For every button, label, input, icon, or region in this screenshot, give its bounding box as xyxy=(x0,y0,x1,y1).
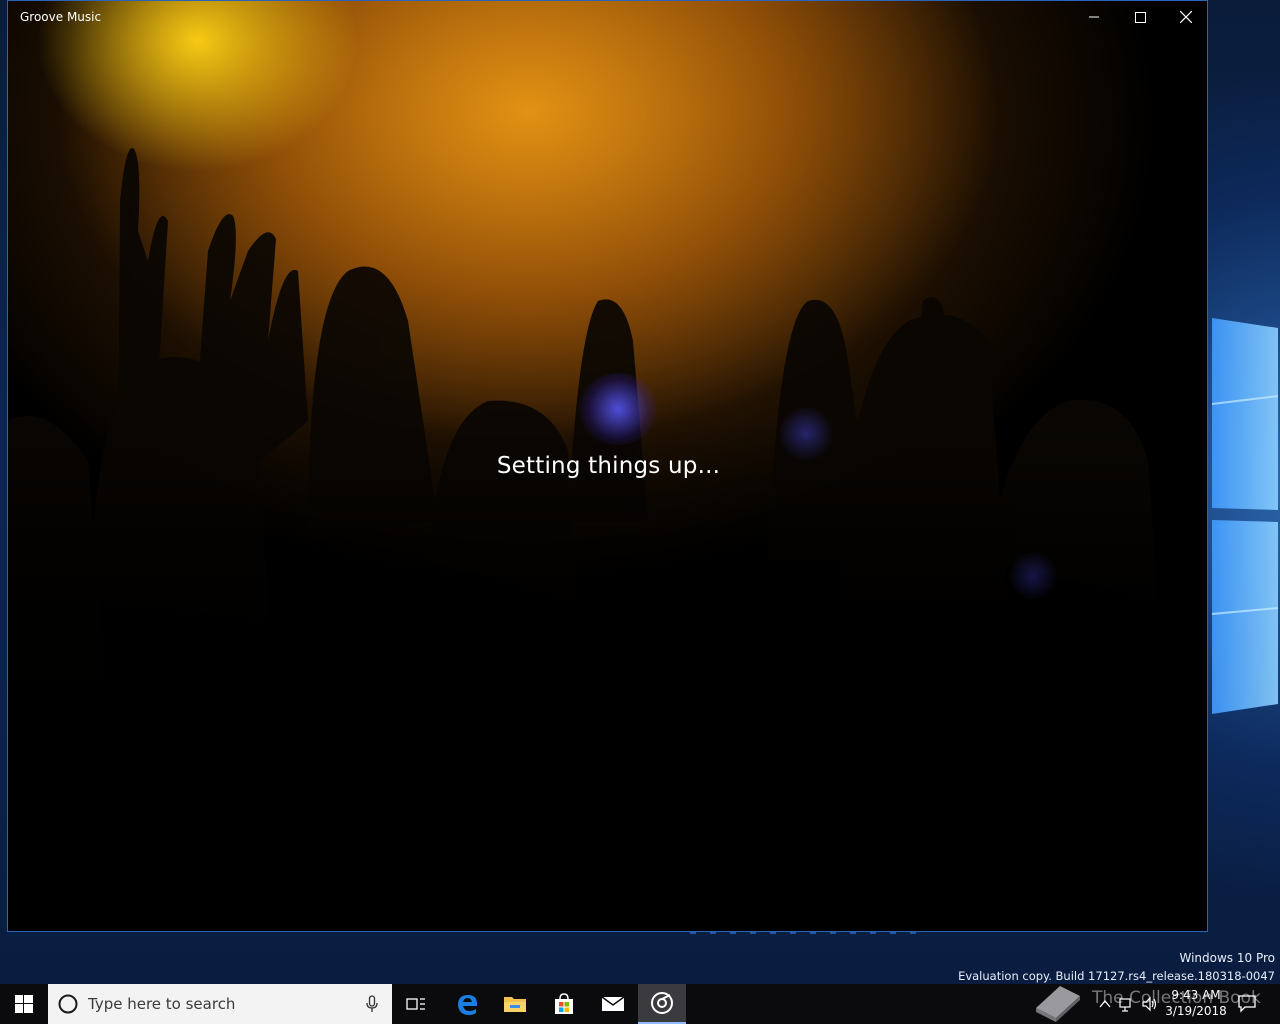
network-icon[interactable] xyxy=(1119,996,1135,1012)
watermark-edition: Windows 10 Pro xyxy=(1179,951,1275,965)
close-icon xyxy=(1180,11,1192,23)
minimize-button[interactable] xyxy=(1071,1,1117,33)
edge-icon xyxy=(458,995,477,1015)
taskbar-groove-music-button[interactable] xyxy=(638,984,686,1024)
taskbar-search-box[interactable]: Type here to search xyxy=(48,984,392,1024)
taskbar-edge-button[interactable] xyxy=(443,984,491,1024)
window-title: Groove Music xyxy=(20,10,102,24)
minimize-icon xyxy=(1089,16,1099,18)
start-button[interactable] xyxy=(0,984,48,1024)
windows-logo-wallpaper xyxy=(1211,318,1279,714)
taskbar: Type here to search xyxy=(0,984,1280,1024)
taskbar-mail-button[interactable] xyxy=(589,984,637,1024)
watermark-build: Evaluation copy. Build 17127.rs4_release… xyxy=(958,969,1275,983)
store-bag-icon xyxy=(555,993,573,1014)
hero-fade xyxy=(8,421,1207,931)
volume-icon[interactable] xyxy=(1142,996,1158,1012)
action-center-icon[interactable] xyxy=(1236,992,1258,1014)
search-placeholder: Type here to search xyxy=(88,995,236,1013)
taskbar-file-explorer-button[interactable] xyxy=(491,984,539,1024)
book-logo-icon xyxy=(1036,986,1080,1022)
close-button[interactable] xyxy=(1163,1,1207,33)
chevron-up-icon[interactable] xyxy=(1097,996,1113,1012)
clock-date: 3/19/2018 xyxy=(1165,1004,1227,1018)
bokeh-light xyxy=(1008,551,1058,601)
window-titlebar[interactable]: Groove Music xyxy=(8,1,1207,33)
maximize-icon xyxy=(1134,11,1146,23)
taskbar-store-button[interactable] xyxy=(540,984,588,1024)
maximize-button[interactable] xyxy=(1117,1,1163,33)
task-view-button[interactable] xyxy=(392,984,440,1024)
folder-icon xyxy=(504,997,526,1012)
cortana-icon xyxy=(57,993,79,1015)
groove-music-window[interactable]: Groove Music Setting things up... xyxy=(7,0,1208,932)
windows-start-icon xyxy=(15,995,33,1013)
groove-music-icon xyxy=(651,992,673,1014)
mail-icon xyxy=(601,996,625,1011)
clock-time: 9:43 AM xyxy=(1171,988,1221,1002)
microphone-icon[interactable] xyxy=(352,984,392,1024)
taskbar-clock[interactable]: 9:43 AM 3/19/2018 xyxy=(1160,987,1232,1019)
setup-status-message: Setting things up... xyxy=(496,453,721,479)
task-view-icon xyxy=(406,998,425,1010)
